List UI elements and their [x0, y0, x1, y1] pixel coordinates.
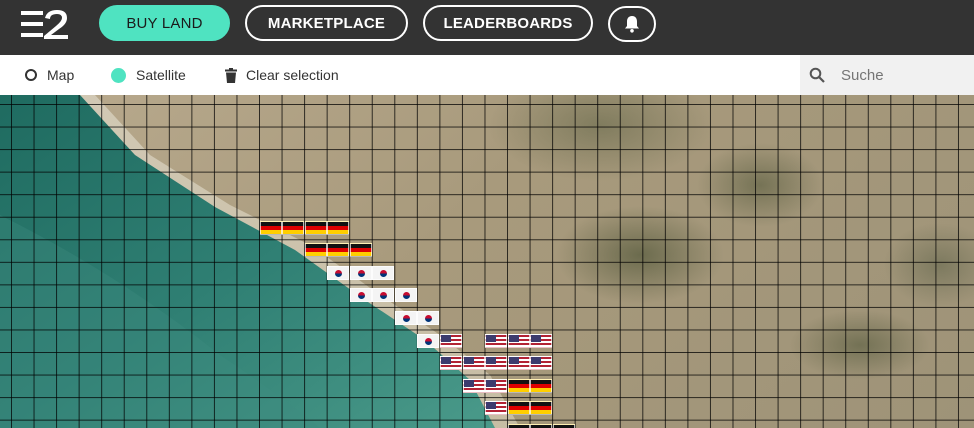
owned-tile-de-flag[interactable]: [327, 220, 350, 235]
owned-tile-us-flag[interactable]: [462, 378, 485, 393]
owned-tile-us-flag[interactable]: [530, 333, 553, 348]
owned-tile-de-flag[interactable]: [259, 220, 282, 235]
satellite-view-label: Satellite: [136, 67, 186, 83]
satellite-view-option[interactable]: Satellite: [111, 55, 186, 95]
owned-tile-us-flag[interactable]: [485, 378, 508, 393]
owned-tile-de-flag[interactable]: [304, 243, 327, 258]
owned-tile-us-flag[interactable]: [462, 356, 485, 371]
owned-tile-kr-flag[interactable]: [394, 310, 417, 325]
map-radio[interactable]: [25, 69, 37, 81]
owned-tile-de-flag[interactable]: [349, 243, 372, 258]
satellite-map[interactable]: [0, 95, 974, 428]
owned-tile-de-flag[interactable]: [530, 378, 553, 393]
map-view-label: Map: [47, 67, 75, 83]
owned-tile-de-flag[interactable]: [530, 423, 553, 428]
owned-tile-de-flag[interactable]: [552, 423, 575, 428]
owned-tile-kr-flag[interactable]: [394, 288, 417, 303]
clear-selection-label: Clear selection: [246, 67, 339, 83]
owned-tile-de-flag[interactable]: [507, 423, 530, 428]
search-box: [800, 55, 974, 95]
owned-tile-de-flag[interactable]: [282, 220, 305, 235]
bell-icon: [625, 16, 639, 33]
notifications-button[interactable]: [608, 6, 656, 42]
trash-icon: [225, 67, 237, 83]
owned-tile-us-flag[interactable]: [485, 401, 508, 416]
owned-tile-de-flag[interactable]: [507, 378, 530, 393]
marketplace-button[interactable]: MARKETPLACE: [245, 5, 408, 41]
owned-tile-de-flag[interactable]: [327, 243, 350, 258]
owned-tile-us-flag[interactable]: [530, 356, 553, 371]
owned-tile-de-flag[interactable]: [530, 401, 553, 416]
clear-selection-button[interactable]: Clear selection: [225, 55, 339, 95]
owned-tile-us-flag[interactable]: [439, 356, 462, 371]
owned-tile-kr-flag[interactable]: [417, 333, 440, 348]
owned-tile-kr-flag[interactable]: [372, 265, 395, 280]
owned-tile-us-flag[interactable]: [485, 356, 508, 371]
owned-tile-de-flag[interactable]: [304, 220, 327, 235]
top-navigation-bar: BUY LAND MARKETPLACE LEADERBOARDS: [0, 0, 974, 55]
owned-tile-kr-flag[interactable]: [327, 265, 350, 280]
owned-tile-us-flag[interactable]: [507, 356, 530, 371]
owned-tile-us-flag[interactable]: [439, 333, 462, 348]
buy-land-button[interactable]: BUY LAND: [99, 5, 230, 41]
e2-logo-icon[interactable]: [19, 8, 71, 42]
leaderboards-button[interactable]: LEADERBOARDS: [423, 5, 593, 41]
satellite-radio[interactable]: [111, 67, 126, 83]
owned-tile-us-flag[interactable]: [507, 333, 530, 348]
search-input[interactable]: [839, 65, 963, 85]
owned-tile-kr-flag[interactable]: [349, 265, 372, 280]
owned-tile-de-flag[interactable]: [507, 401, 530, 416]
owned-tile-us-flag[interactable]: [485, 333, 508, 348]
map-view-option[interactable]: Map: [25, 55, 74, 95]
search-icon: [809, 67, 825, 83]
owned-tile-kr-flag[interactable]: [349, 288, 372, 303]
owned-tile-kr-flag[interactable]: [417, 310, 440, 325]
owned-tile-kr-flag[interactable]: [372, 288, 395, 303]
